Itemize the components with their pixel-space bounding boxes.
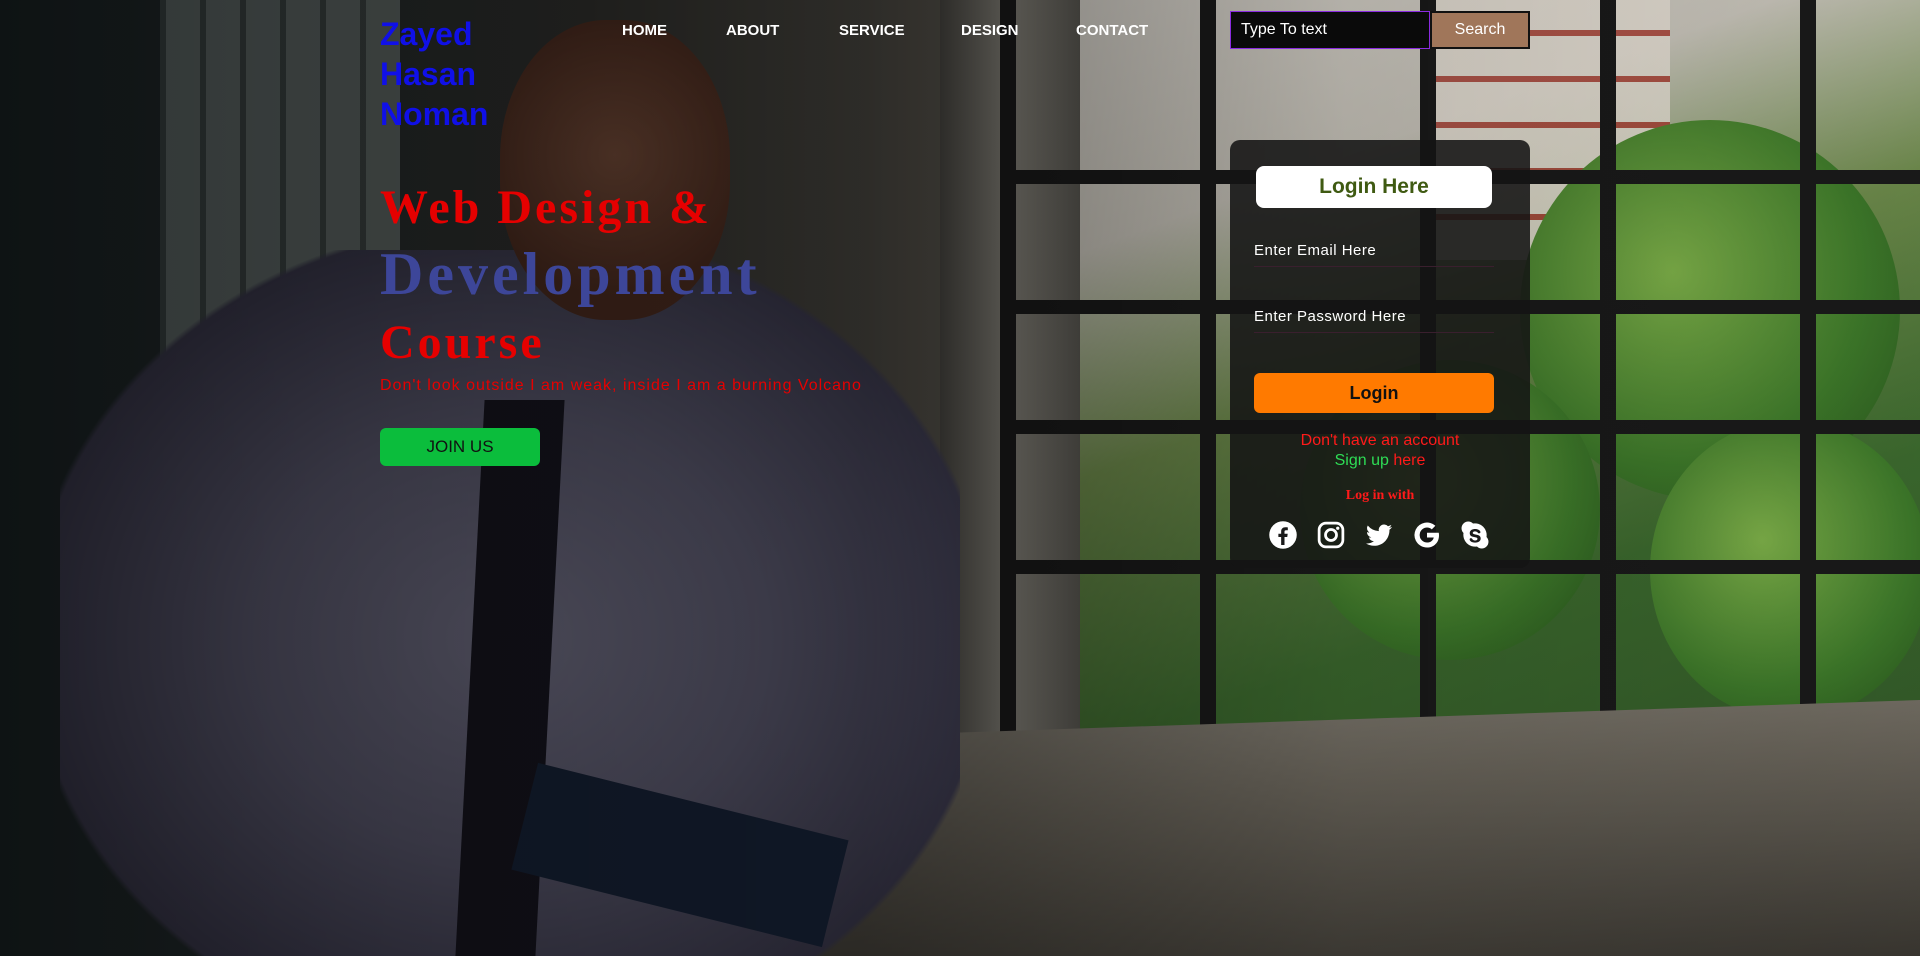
nav-about[interactable]: ABOUT xyxy=(726,22,779,39)
login-button[interactable]: Login xyxy=(1254,373,1494,413)
password-field[interactable] xyxy=(1254,300,1494,333)
login-panel: Login Here Login Don't have an account S… xyxy=(1230,140,1530,568)
hero-title-line-3: Course xyxy=(380,316,545,369)
instagram-icon[interactable] xyxy=(1316,520,1346,550)
logo-line: Noman xyxy=(380,96,489,132)
hero-title-line-2: Development xyxy=(380,241,761,307)
signup-text: Sign up xyxy=(1334,452,1389,469)
hero-background-photo xyxy=(0,0,1920,956)
hero-title-line-1: Web Design & xyxy=(380,181,713,234)
social-login-icons xyxy=(1268,520,1508,554)
hero-subtitle: Don't look outside I am weak, inside I a… xyxy=(380,377,862,394)
skype-icon[interactable] xyxy=(1460,520,1490,550)
no-account-text: Don't have an account xyxy=(1300,432,1460,449)
email-field[interactable] xyxy=(1254,234,1494,267)
search-button[interactable]: Search xyxy=(1430,11,1530,49)
search-input[interactable] xyxy=(1230,11,1430,49)
google-icon[interactable] xyxy=(1412,520,1442,550)
join-us-button[interactable]: JOIN US xyxy=(380,428,540,466)
logo-line: Hasan xyxy=(380,56,477,92)
site-logo[interactable]: Zayed Hasan Noman xyxy=(380,14,540,134)
nav-contact[interactable]: CONTACT xyxy=(1076,22,1148,39)
signup-prompt: Sign up here xyxy=(1230,452,1530,470)
twitter-icon[interactable] xyxy=(1364,520,1394,550)
nav-home[interactable]: HOME xyxy=(622,22,667,39)
signup-link[interactable]: here xyxy=(1393,452,1425,469)
nav-service[interactable]: SERVICE xyxy=(839,22,905,39)
facebook-icon[interactable] xyxy=(1268,520,1298,550)
login-with-label: Log in with xyxy=(1345,488,1415,503)
logo-line: Zayed xyxy=(380,16,473,52)
nav-design[interactable]: DESIGN xyxy=(961,22,1019,39)
login-title: Login Here xyxy=(1256,166,1492,208)
background-dark-overlay xyxy=(0,0,1920,956)
